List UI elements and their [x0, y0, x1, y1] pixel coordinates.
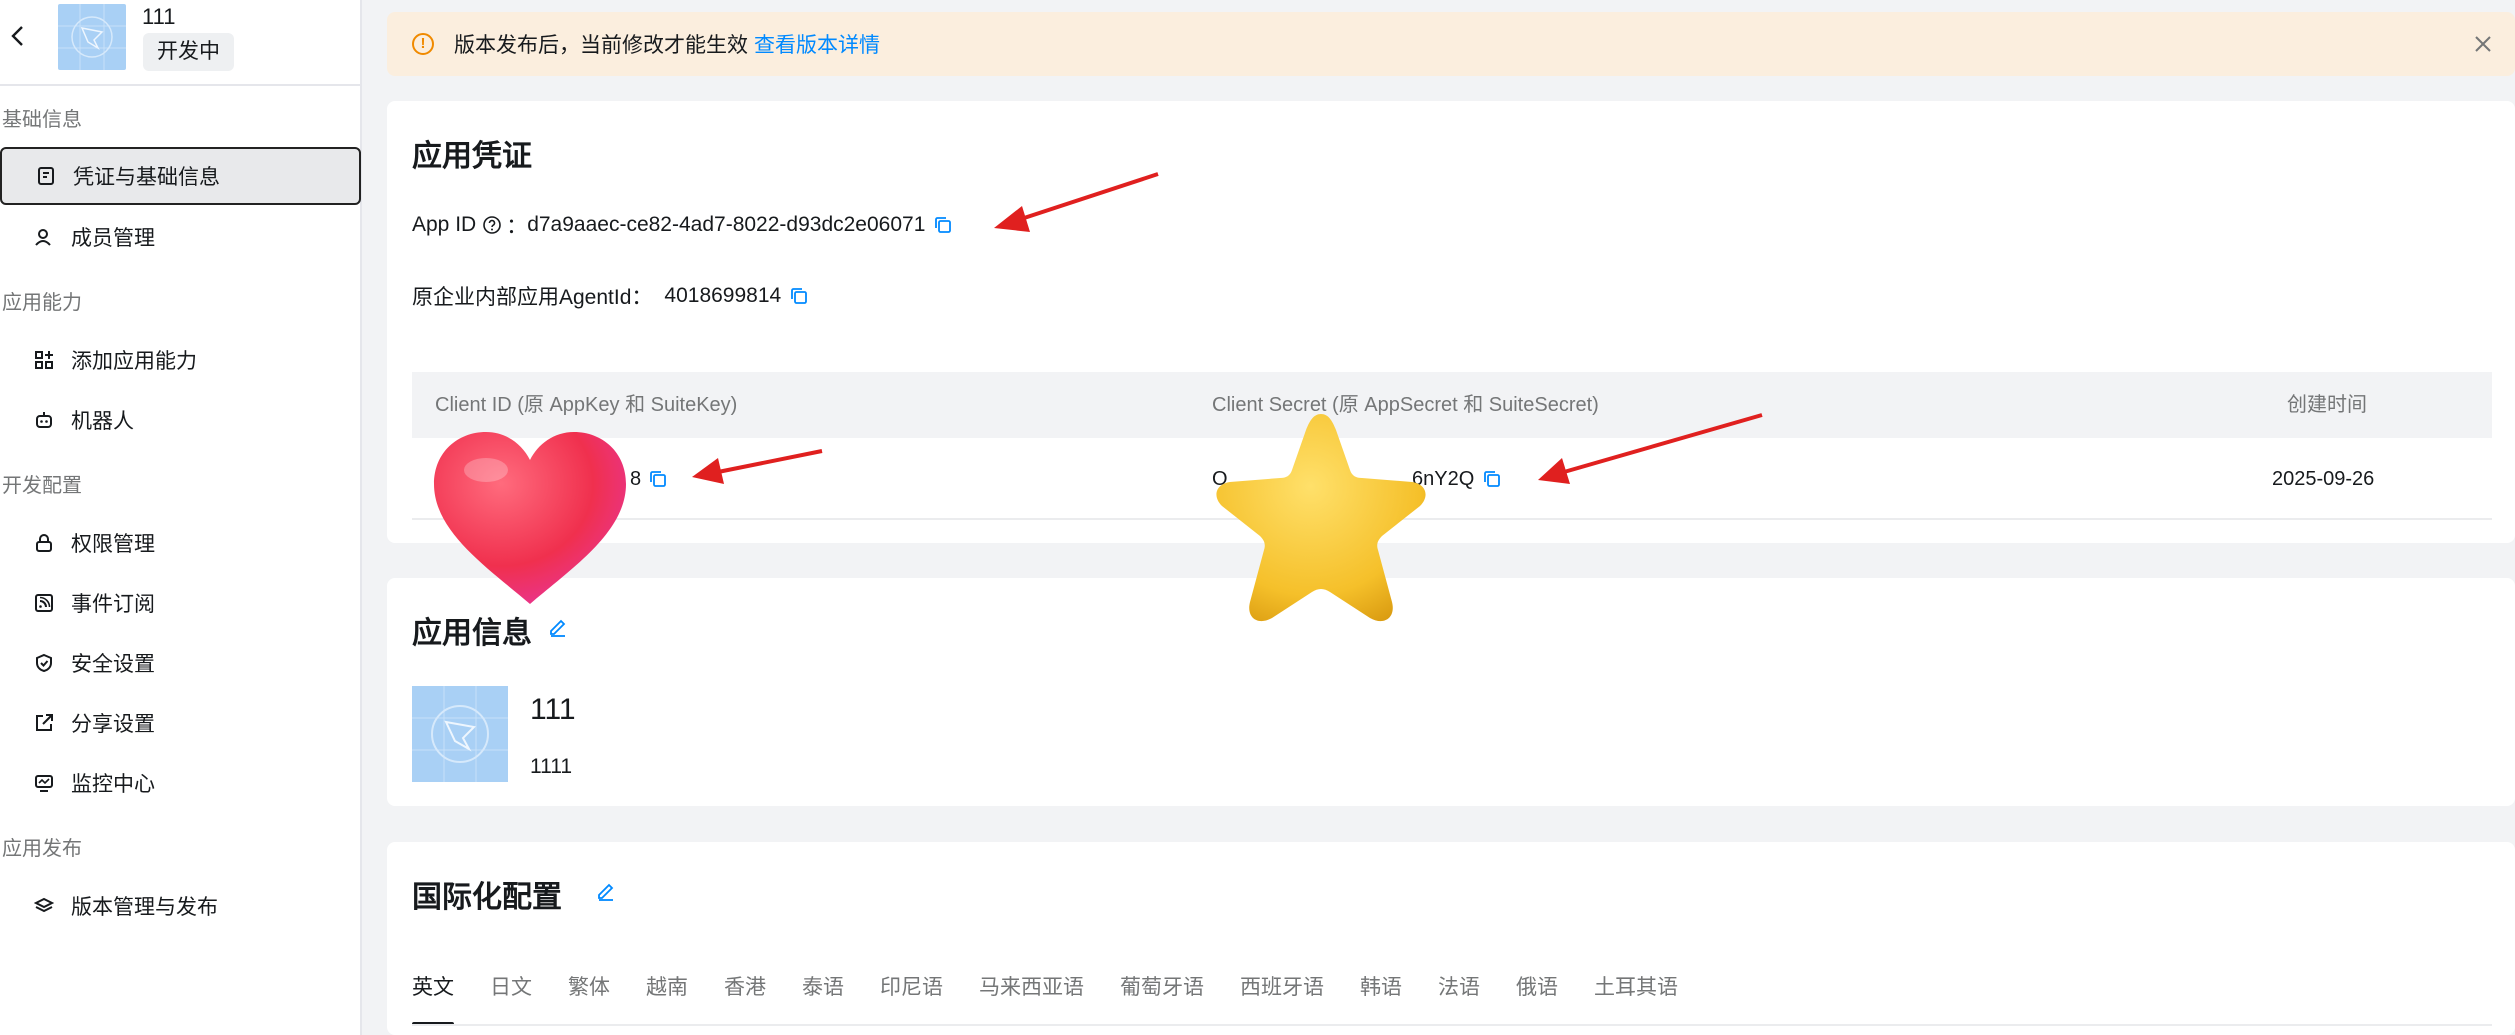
arrow-app-id	[994, 172, 1159, 232]
star-sticker-icon	[1216, 414, 1426, 622]
arrow-client-id	[692, 449, 823, 484]
arrow-client-secret	[1538, 413, 1763, 484]
heart-sticker-icon	[434, 432, 626, 604]
